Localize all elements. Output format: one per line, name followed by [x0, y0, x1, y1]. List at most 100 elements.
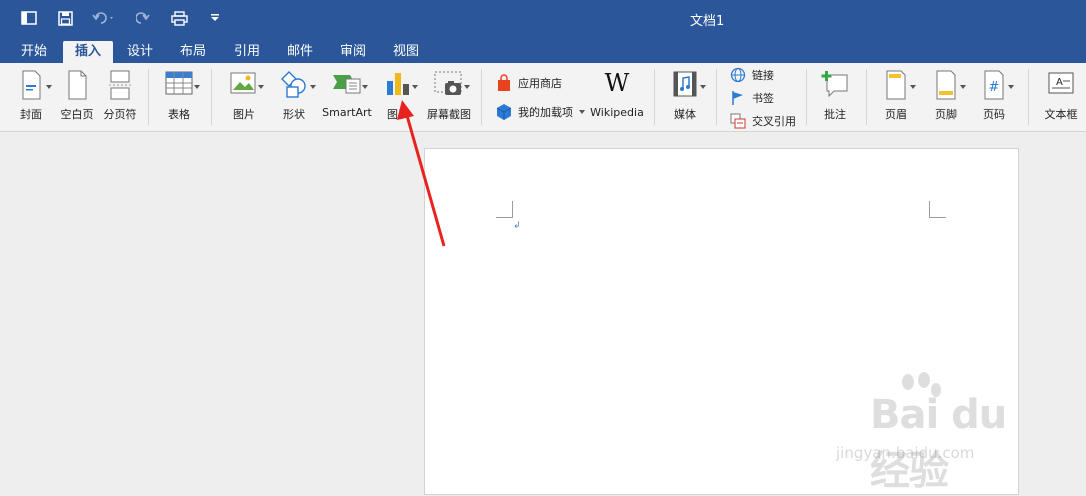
picture-dropdown-caret[interactable]	[258, 85, 264, 89]
my-addins-dropdown-caret[interactable]	[579, 110, 585, 114]
media-button[interactable]: 媒体	[662, 69, 708, 125]
text-box-icon: A	[1048, 72, 1074, 94]
footer-button[interactable]: 页脚	[924, 69, 968, 125]
header-label: 页眉	[885, 108, 907, 121]
app-store-button[interactable]: 应用商店	[496, 74, 562, 92]
link-globe-icon	[730, 67, 746, 83]
smartart-dropdown-caret[interactable]	[362, 85, 368, 89]
paragraph-mark: ↲	[513, 221, 521, 231]
picture-button[interactable]: 图片	[222, 69, 266, 125]
page-number-label: 页码	[983, 108, 1005, 121]
bookmark-button[interactable]: 书签	[730, 90, 774, 106]
table-button[interactable]: 表格	[156, 69, 202, 125]
footer-dropdown-caret[interactable]	[960, 85, 966, 89]
ribbon: 封面 空白页 分页符 表格 图片 形状 SmartArt 图表 屏幕截图 应用商…	[0, 63, 1086, 132]
ribbon-separator	[481, 69, 482, 125]
ribbon-separator	[1028, 69, 1029, 125]
cover-page-icon	[22, 70, 41, 100]
my-addins-button[interactable]: 我的加载项	[496, 103, 585, 121]
margin-corner-top-right	[929, 201, 946, 218]
blank-page-icon	[68, 70, 87, 100]
ribbon-separator	[866, 69, 867, 125]
media-dropdown-caret[interactable]	[700, 85, 706, 89]
customize-toolbar-button[interactable]	[204, 8, 226, 28]
cross-reference-label: 交叉引用	[752, 115, 796, 128]
page-number-button[interactable]: # 页码	[972, 69, 1016, 125]
redo-button[interactable]	[132, 8, 154, 28]
picture-icon	[230, 72, 256, 94]
ribbon-separator	[148, 69, 149, 125]
wikipedia-button[interactable]: W Wikipedia	[590, 69, 644, 125]
text-box-button[interactable]: A 文本框	[1036, 69, 1086, 125]
comment-icon	[821, 71, 848, 98]
print-icon	[170, 10, 188, 26]
shape-button[interactable]: 形状	[272, 69, 316, 125]
store-bag-icon	[498, 74, 510, 91]
link-label: 链接	[752, 69, 774, 82]
margin-corner-top-left	[496, 201, 513, 218]
comment-button[interactable]: 批注	[812, 69, 858, 125]
screenshot-dropdown-caret[interactable]	[464, 85, 470, 89]
ribbon-tabs: 开始 插入 设计 布局 引用 邮件 审阅 视图	[0, 38, 1086, 63]
smartart-button[interactable]: SmartArt	[320, 69, 374, 125]
shape-label: 形状	[283, 108, 305, 121]
page-number-icon: #	[984, 70, 1004, 100]
chevron-down-icon	[211, 14, 219, 21]
chart-dropdown-caret[interactable]	[412, 85, 418, 89]
ribbon-separator	[211, 69, 212, 125]
chart-label: 图表	[387, 108, 409, 121]
undo-button[interactable]	[90, 8, 118, 28]
smartart-icon	[333, 75, 361, 94]
title-bar: 文档1	[0, 0, 1086, 38]
ribbon-separator	[806, 69, 807, 125]
my-addins-label: 我的加载项	[518, 106, 573, 119]
page-number-dropdown-caret[interactable]	[1008, 85, 1014, 89]
svg-text:W: W	[605, 69, 630, 97]
bookmark-flag-icon	[732, 91, 743, 105]
shape-dropdown-caret[interactable]	[310, 85, 316, 89]
ribbon-separator	[716, 69, 717, 125]
cross-reference-button[interactable]: 交叉引用	[730, 113, 796, 129]
blank-page-label: 空白页	[60, 108, 94, 121]
tab-review[interactable]: 审阅	[331, 41, 375, 63]
tab-mailings[interactable]: 邮件	[278, 41, 322, 63]
watermark-url: jingyan.baidu.com	[836, 444, 975, 462]
cover-dropdown-caret[interactable]	[46, 85, 52, 89]
link-button[interactable]: 链接	[730, 67, 774, 83]
tab-design[interactable]: 设计	[118, 41, 162, 63]
cover-page-button[interactable]: 封面	[10, 69, 52, 125]
sidebar-icon	[21, 11, 37, 25]
quick-access-toolbar	[18, 8, 226, 28]
app-store-label: 应用商店	[518, 77, 562, 90]
header-dropdown-caret[interactable]	[910, 85, 916, 89]
media-film-icon	[673, 71, 697, 97]
redo-icon	[136, 12, 150, 24]
table-dropdown-caret[interactable]	[194, 85, 200, 89]
blank-page-button[interactable]: 空白页	[58, 69, 96, 125]
cover-page-label: 封面	[20, 108, 42, 121]
page-break-icon	[109, 70, 131, 100]
tab-insert[interactable]: 插入	[63, 41, 113, 63]
page-break-label: 分页符	[103, 108, 137, 121]
smartart-label: SmartArt	[322, 106, 372, 119]
chart-button[interactable]: 图表	[376, 69, 420, 125]
screenshot-icon	[434, 71, 462, 95]
footer-icon	[936, 70, 956, 100]
table-icon	[165, 71, 193, 95]
print-button[interactable]	[168, 8, 190, 28]
baidu-watermark: Bai du 经验 jingyan.baidu.com	[830, 372, 1030, 494]
screenshot-button[interactable]: 屏幕截图	[424, 69, 474, 125]
page-break-button[interactable]: 分页符	[100, 69, 140, 125]
text-box-label: 文本框	[1044, 108, 1078, 121]
save-button[interactable]	[54, 8, 76, 28]
tab-home[interactable]: 开始	[12, 41, 56, 63]
tab-layout[interactable]: 布局	[171, 41, 215, 63]
header-button[interactable]: 页眉	[874, 69, 918, 125]
sidebar-toggle-button[interactable]	[18, 8, 40, 28]
media-label: 媒体	[674, 108, 696, 121]
footer-label: 页脚	[935, 108, 957, 121]
shape-icon	[281, 71, 306, 98]
comment-label: 批注	[824, 108, 846, 121]
tab-view[interactable]: 视图	[384, 41, 428, 63]
tab-references[interactable]: 引用	[225, 41, 269, 63]
